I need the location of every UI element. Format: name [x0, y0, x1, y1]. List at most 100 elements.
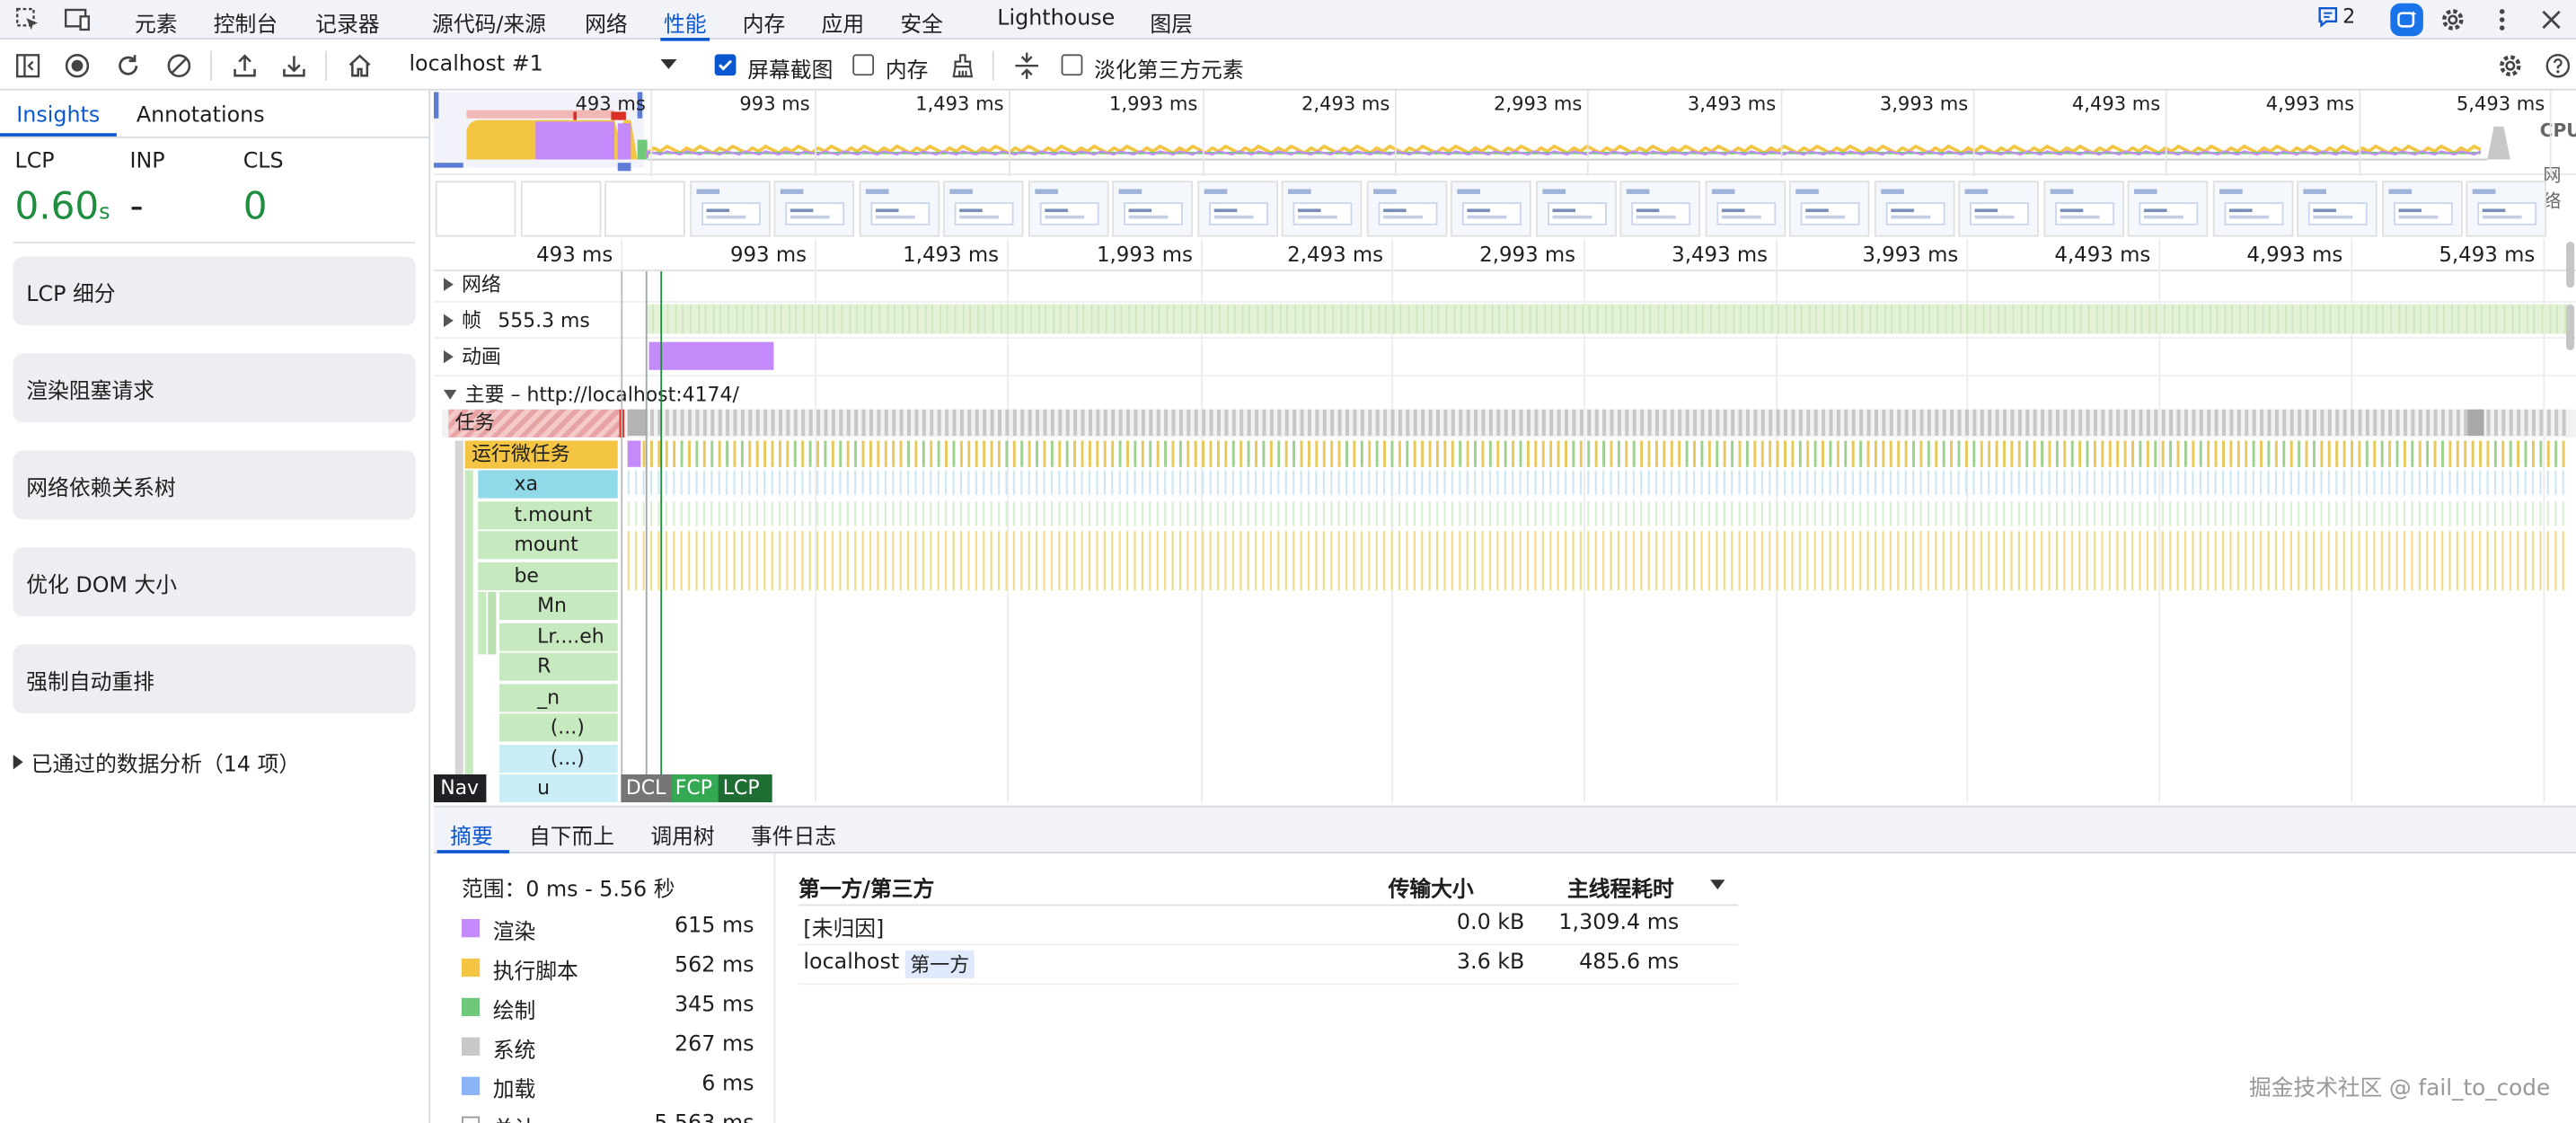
garbage-collect-icon[interactable] [948, 51, 977, 81]
marker-dcl[interactable]: DCL [621, 774, 675, 803]
microtask-bar [2373, 440, 2377, 467]
screenshot-thumbnail[interactable] [1365, 181, 1447, 237]
screenshot-thumbnail[interactable] [1958, 181, 2039, 237]
tab-layers[interactable]: 图层 [1150, 6, 1193, 38]
select-element-icon[interactable] [13, 4, 43, 34]
device-toolbar-icon[interactable] [63, 4, 93, 34]
screenshot-thumbnail[interactable] [519, 181, 601, 237]
task-bar [1942, 409, 1946, 436]
record-icon[interactable] [63, 51, 93, 81]
tab-security[interactable]: 安全 [900, 6, 943, 38]
thumbnail-line [874, 208, 898, 213]
screenshot-thumbnail[interactable] [858, 181, 940, 237]
screenshot-thumbnail[interactable] [2042, 181, 2124, 237]
upload-icon[interactable] [230, 51, 260, 81]
screenshot-thumbnail[interactable] [2466, 181, 2547, 237]
screenshot-thumbnail[interactable] [435, 181, 516, 237]
sort-desc-icon[interactable] [1710, 880, 1725, 890]
insight-card-network-dependency[interactable]: 网络依赖关系树 [13, 450, 416, 520]
task-bar [1806, 409, 1811, 436]
screenshot-filmstrip[interactable] [434, 179, 2576, 238]
screenshot-thumbnail[interactable] [1451, 181, 1531, 237]
screenshot-thumbnail[interactable] [2381, 181, 2462, 237]
download-icon[interactable] [279, 51, 309, 81]
tab-application[interactable]: 应用 [822, 6, 865, 38]
screenshots-checkbox[interactable] [714, 54, 737, 76]
screenshot-thumbnail[interactable] [1704, 181, 1786, 237]
tab-bottom-up[interactable]: 自下而上 [529, 818, 614, 850]
insight-card-lcp-breakdown[interactable]: LCP 细分 [13, 256, 416, 326]
vertical-scrollbar[interactable] [2566, 304, 2575, 350]
table-row[interactable]: [未归因] 0.0 kB 1,309.4 ms [798, 906, 1738, 943]
collapse-tracks-icon[interactable] [1012, 51, 1042, 81]
screenshot-thumbnail[interactable] [773, 181, 855, 237]
tab-network[interactable]: 网络 [585, 6, 628, 38]
marker-lcp[interactable]: LCP [718, 774, 772, 803]
screenshot-thumbnail[interactable] [1196, 181, 1278, 237]
clear-icon[interactable] [164, 51, 194, 81]
reload-record-icon[interactable] [113, 51, 143, 81]
screenshot-thumbnail[interactable] [942, 181, 1024, 237]
microtask-bar [877, 440, 880, 467]
summary-value: 5,563 ms [654, 1111, 754, 1123]
close-devtools-icon[interactable] [2536, 4, 2566, 34]
tab-insights[interactable]: Insights [16, 103, 100, 128]
insight-card-forced-reflow[interactable]: 强制自动重排 [13, 644, 416, 714]
help-icon[interactable] [2543, 51, 2572, 81]
screenshot-thumbnail[interactable] [1619, 181, 1701, 237]
vertical-scrollbar[interactable] [2566, 242, 2575, 288]
flame-chart[interactable]: 493 ms 993 ms 1,493 ms 1,993 ms 2,493 ms 2,99… [433, 238, 2576, 803]
dim-third-party-checkbox[interactable] [1061, 54, 1083, 76]
screenshot-thumbnail[interactable] [2297, 181, 2378, 237]
passed-insights-toggle[interactable]: 已通过的数据分析（14 项） [13, 747, 301, 778]
task-bar [1995, 409, 1999, 436]
call-bar [899, 531, 902, 591]
col-transfer-size[interactable]: 传输大小 [1389, 871, 1474, 902]
timeline-overview[interactable]: CPU 网络 493 ms993 ms1,493 ms1,993 ms2,493… [433, 90, 2576, 239]
screenshot-thumbnail[interactable] [1028, 181, 1108, 237]
call-bar [2229, 531, 2232, 591]
call-bar [2033, 531, 2035, 591]
tab-memory[interactable]: 内存 [743, 6, 786, 38]
tab-console[interactable]: 控制台 [214, 6, 278, 38]
insight-card-render-blocking[interactable]: 渲染阻塞请求 [13, 353, 416, 423]
issues-button[interactable]: 2 [2316, 4, 2355, 28]
microtask-bar [2033, 440, 2036, 467]
task-bar [907, 409, 912, 436]
toggle-sidebar-icon[interactable] [13, 51, 43, 81]
tab-call-tree[interactable]: 调用树 [650, 818, 714, 850]
ai-assistant-icon[interactable] [2390, 3, 2423, 37]
settings-icon[interactable] [2438, 4, 2467, 34]
tab-recorder[interactable]: 记录器 [315, 6, 379, 38]
screenshot-thumbnail[interactable] [2127, 181, 2209, 237]
screenshot-thumbnail[interactable] [604, 181, 685, 237]
tab-performance[interactable]: 性能 [660, 6, 710, 41]
insight-card-dom-size[interactable]: 优化 DOM 大小 [13, 547, 416, 617]
tab-annotations[interactable]: Annotations [137, 103, 265, 128]
memory-checkbox[interactable] [852, 54, 875, 76]
more-options-icon[interactable] [2487, 4, 2517, 34]
microtask-bar [1096, 440, 1099, 467]
tab-event-log[interactable]: 事件日志 [751, 818, 836, 850]
microtask-bar [1594, 440, 1598, 467]
tab-elements[interactable]: 元素 [135, 6, 178, 38]
tab-sources[interactable]: 源代码/来源 [432, 6, 546, 38]
screenshot-thumbnail[interactable] [1874, 181, 1954, 237]
marker-fcp[interactable]: FCP [672, 774, 719, 803]
target-select[interactable]: localhost #1 [393, 49, 688, 83]
screenshot-thumbnail[interactable] [689, 181, 770, 237]
tab-lighthouse[interactable]: Lighthouse [997, 6, 1115, 31]
screenshot-thumbnail[interactable] [1112, 181, 1193, 237]
marker-nav[interactable]: Nav [433, 774, 487, 803]
table-row[interactable]: localhost 第一方 3.6 kB 485.6 ms [798, 945, 1738, 983]
col-party[interactable]: 第一方/第三方 [798, 871, 934, 902]
col-main-thread-time[interactable]: 主线程耗时 [1567, 871, 1674, 902]
screenshot-thumbnail[interactable] [1281, 181, 1363, 237]
tab-summary[interactable]: 摘要 [450, 818, 493, 850]
microtask-bar [1964, 440, 1968, 467]
capture-settings-icon[interactable] [2495, 51, 2525, 81]
screenshot-thumbnail[interactable] [2211, 181, 2293, 237]
screenshot-thumbnail[interactable] [1788, 181, 1870, 237]
home-icon[interactable] [345, 51, 375, 81]
screenshot-thumbnail[interactable] [1535, 181, 1616, 237]
